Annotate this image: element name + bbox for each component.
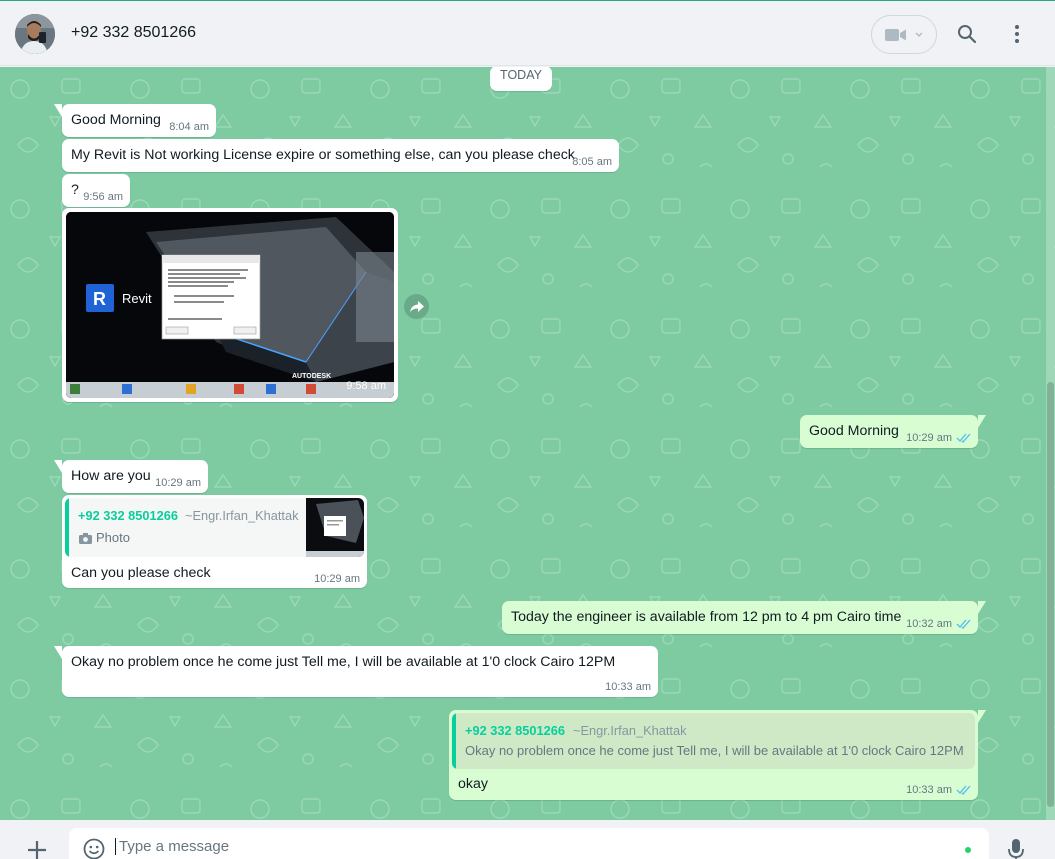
date-separator: TODAY	[490, 67, 552, 91]
quoted-sender-alias: ~Engr.Irfan_Khattak	[185, 508, 299, 523]
message-text: How are you	[71, 468, 151, 484]
microphone-icon	[1008, 839, 1024, 859]
quoted-sender-alias: ~Engr.Irfan_Khattak	[573, 723, 687, 738]
contact-avatar[interactable]	[15, 14, 55, 54]
emoji-button[interactable]	[83, 838, 105, 859]
message-time: 10:29 am	[906, 432, 952, 444]
quoted-sender-name: +92 332 8501266	[465, 723, 565, 738]
message-bubble-outgoing[interactable]: Today the engineer is available from 12 …	[502, 601, 986, 634]
message-text: Can you please check	[71, 565, 211, 581]
message-bubble-outgoing[interactable]: Good Morning 10:29 am	[800, 415, 986, 448]
kebab-menu-icon	[1015, 25, 1019, 43]
quoted-body: Photo	[96, 530, 130, 545]
video-call-button[interactable]	[871, 15, 937, 54]
message-bubble-incoming[interactable]: +92 332 8501266 ~Engr.Irfan_Khattak Phot…	[62, 495, 367, 588]
forward-icon	[409, 300, 424, 312]
message-input[interactable]	[115, 838, 935, 855]
message-time: 10:33 am	[605, 681, 651, 693]
message-text: ?	[71, 182, 79, 198]
message-bubble-incoming[interactable]: My Revit is Not working License expire o…	[62, 139, 619, 172]
revit-logo-letter: R	[93, 289, 106, 309]
message-time: 10:29 am	[314, 573, 360, 585]
message-time: 10:33 am	[906, 784, 952, 796]
message-bubble-incoming[interactable]: How are you 10:29 am	[54, 460, 208, 493]
image-message[interactable]: R Revit AUTODESK 9:58 am	[62, 208, 398, 402]
search-button[interactable]	[952, 19, 982, 49]
read-ticks-icon	[956, 619, 971, 629]
read-ticks-icon	[956, 433, 971, 443]
chat-area[interactable]: TODAY Good Morning 8:04 am My Revit is N…	[0, 67, 1055, 820]
message-bubble-incoming[interactable]: ? 9:56 am	[62, 174, 130, 207]
message-text: Today the engineer is available from 12 …	[511, 609, 902, 625]
quoted-message[interactable]: +92 332 8501266 ~Engr.Irfan_Khattak Okay…	[452, 713, 975, 769]
autodesk-watermark: AUTODESK	[292, 373, 331, 380]
quoted-body: Okay no problem once he come just Tell m…	[465, 743, 964, 758]
message-time: 8:05 am	[572, 156, 612, 168]
video-call-icon	[885, 28, 906, 41]
message-text: Good Morning	[809, 423, 899, 439]
menu-button[interactable]	[1002, 19, 1032, 49]
revit-brand-text: Revit	[122, 291, 152, 306]
message-text: okay	[458, 776, 488, 792]
status-dot	[965, 847, 971, 853]
message-time: 10:32 am	[906, 618, 952, 630]
forward-button[interactable]	[404, 294, 429, 319]
emoji-icon	[83, 838, 105, 859]
message-time: 9:58 am	[346, 380, 386, 392]
message-time: 8:04 am	[169, 121, 209, 133]
camera-icon	[79, 533, 92, 544]
quoted-sender-name: +92 332 8501266	[78, 508, 178, 523]
message-bubble-incoming[interactable]: Okay no problem once he come just Tell m…	[54, 646, 658, 697]
message-time: 9:56 am	[83, 191, 123, 203]
voice-message-button[interactable]	[1007, 838, 1025, 859]
chevron-down-icon	[915, 32, 923, 37]
scrollbar-thumb[interactable]	[1047, 382, 1054, 807]
chat-header: +92 332 8501266	[0, 0, 1055, 66]
revit-screenshot-image: R Revit AUTODESK	[66, 212, 394, 398]
contact-name[interactable]: +92 332 8501266	[71, 24, 196, 42]
message-bubble-outgoing[interactable]: +92 332 8501266 ~Engr.Irfan_Khattak Okay…	[449, 710, 986, 800]
message-text: Okay no problem once he come just Tell m…	[71, 654, 616, 670]
image-thumbnail[interactable]: R Revit AUTODESK 9:58 am	[66, 212, 394, 398]
search-icon	[958, 25, 977, 44]
message-bubble-incoming[interactable]: Good Morning 8:04 am	[54, 104, 216, 137]
read-ticks-icon	[956, 785, 971, 795]
quoted-photo-thumbnail	[306, 498, 364, 557]
composer-bar	[0, 820, 1055, 859]
message-text: Good Morning	[71, 112, 161, 128]
message-time: 10:29 am	[155, 477, 201, 489]
message-input-container[interactable]	[69, 828, 989, 859]
quoted-message[interactable]: +92 332 8501266 ~Engr.Irfan_Khattak Phot…	[65, 498, 364, 557]
plus-icon	[28, 841, 46, 859]
attach-button[interactable]	[25, 838, 49, 859]
message-text: My Revit is Not working License expire o…	[71, 147, 575, 163]
